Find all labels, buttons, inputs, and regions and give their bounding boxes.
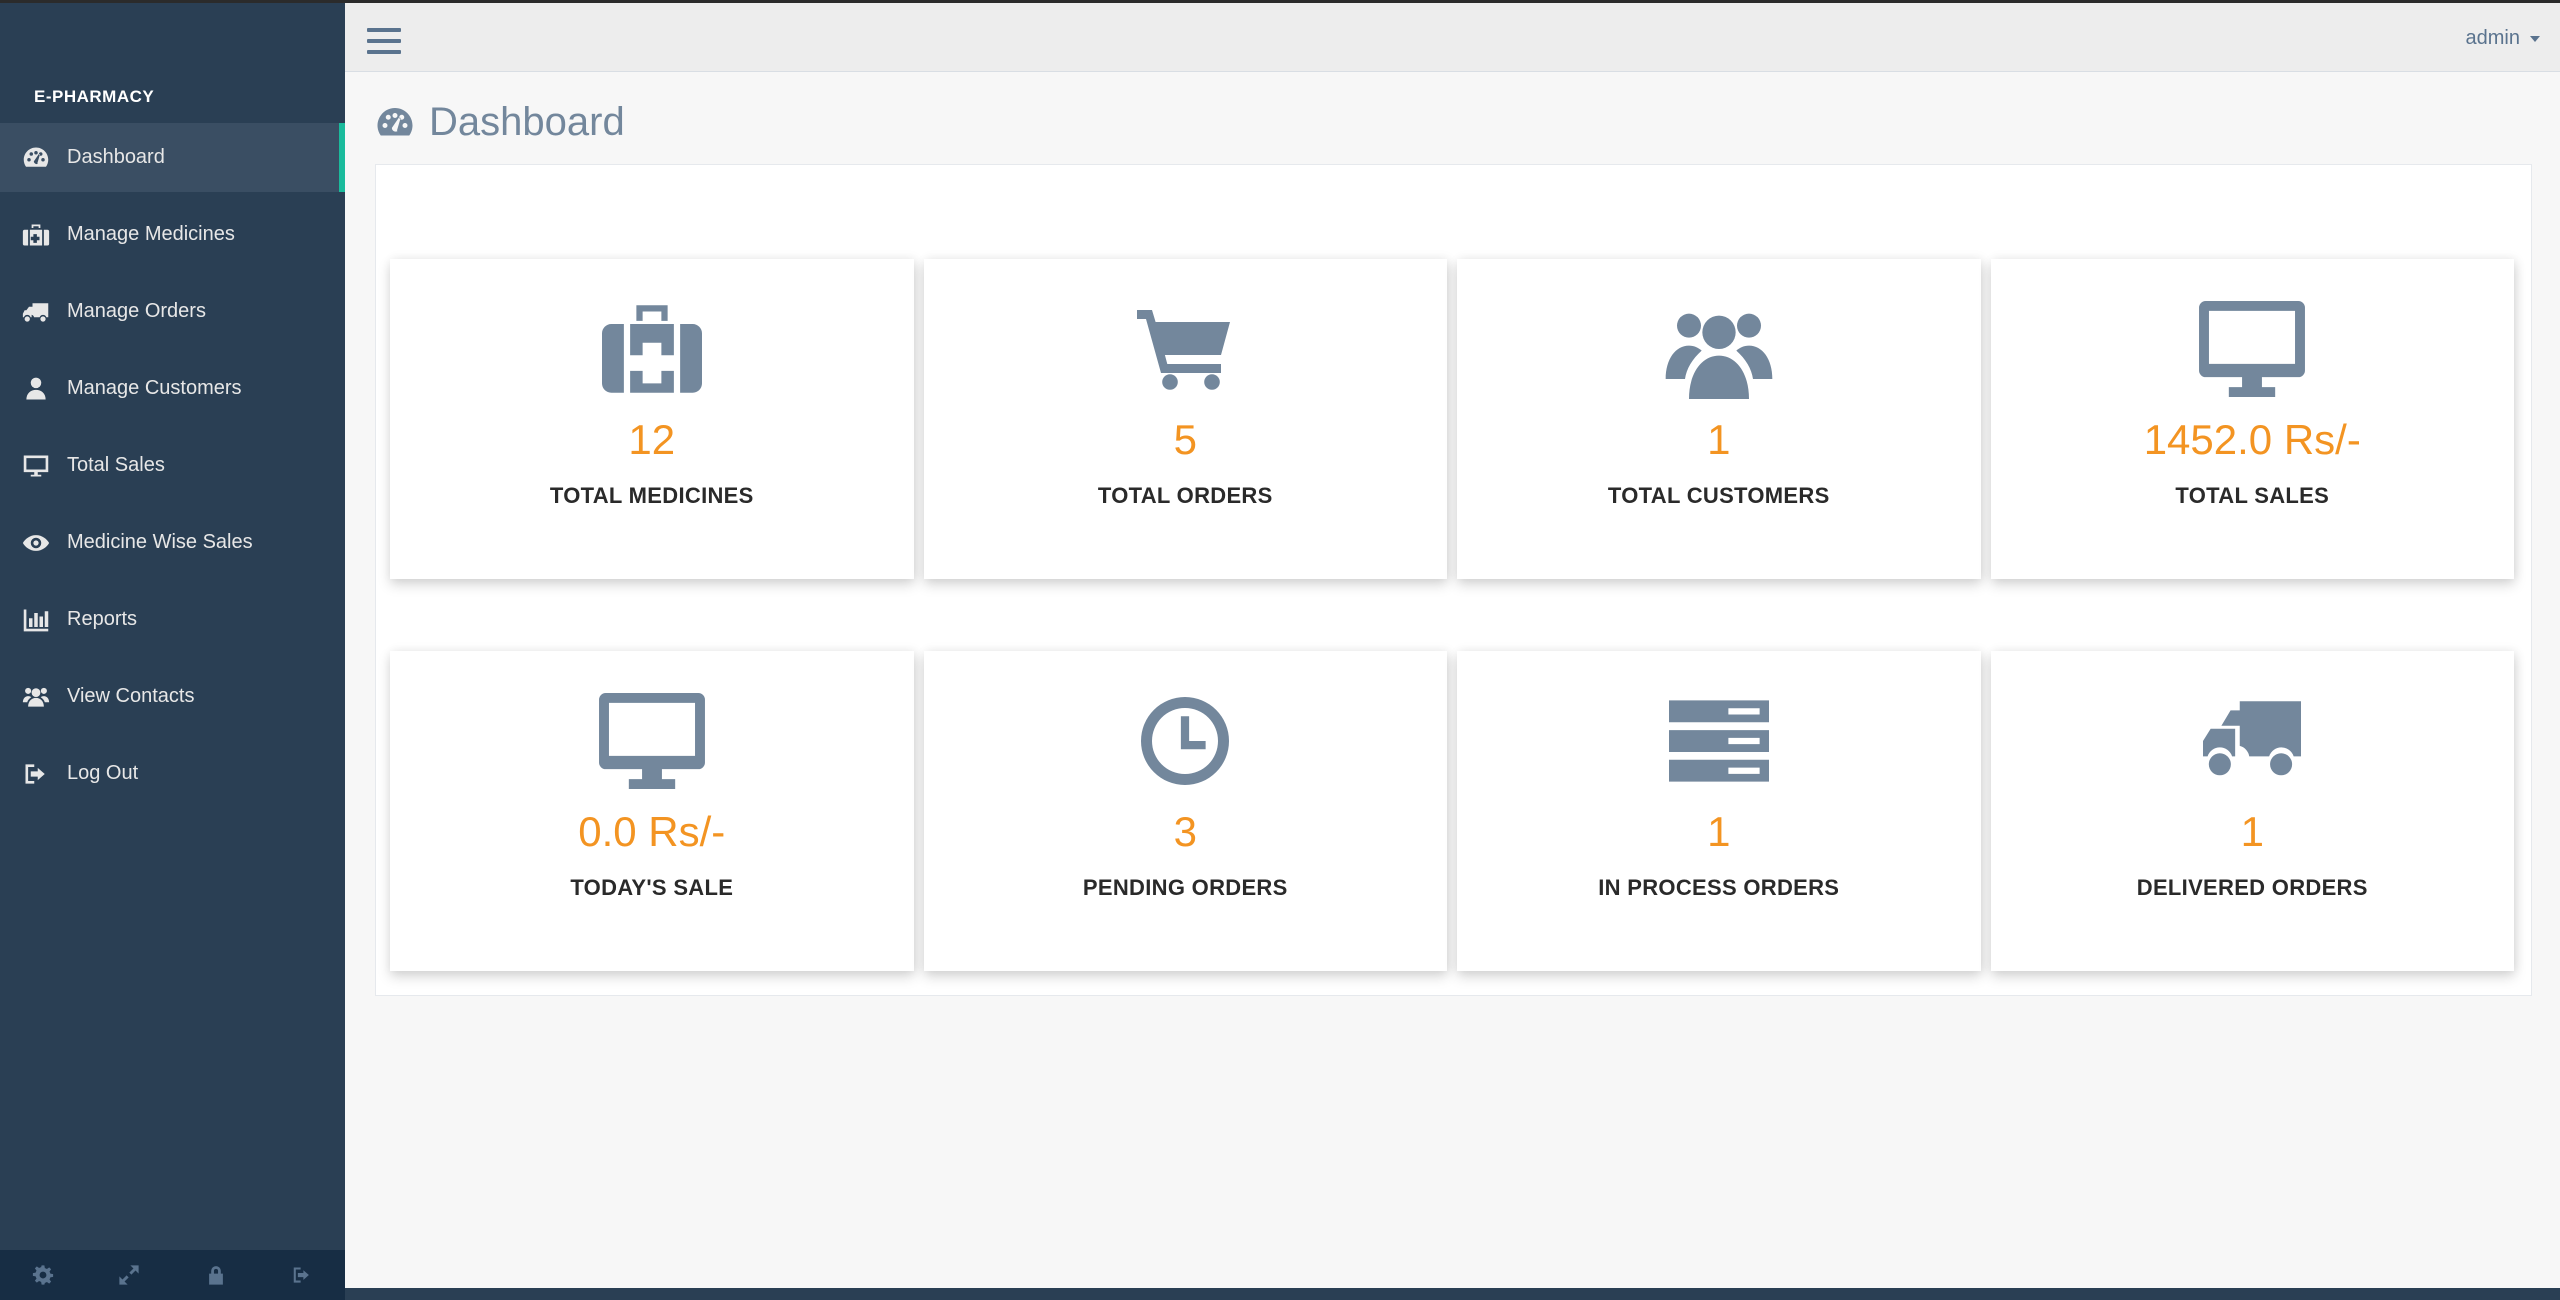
sidebar-item-total-sales[interactable]: Total Sales [0,431,345,500]
stat-tile-pending-orders[interactable]: 3 PENDING ORDERS [923,651,1447,971]
brand-title[interactable]: E-PHARMACY [34,87,154,107]
stat-value: 0.0 Rs/- [578,808,726,855]
stat-label: DELIVERED ORDERS [2136,875,2368,900]
users-icon [1665,299,1773,399]
sidebar-item-label: Manage Medicines [67,223,235,245]
sidebar-item-medicine-wise-sales[interactable]: Medicine Wise Sales [0,508,345,577]
desktop-icon [2199,299,2306,399]
bar-chart-icon [0,606,67,634]
stat-value: 1 [2240,808,2264,855]
page-title-text: Dashboard [429,100,625,144]
stat-value: 1452.0 Rs/- [2143,416,2361,463]
stat-value: 1 [1707,416,1731,463]
clock-icon [1141,691,1230,791]
stat-value: 12 [628,416,676,463]
truck-icon [0,298,67,326]
user-menu[interactable]: admin [2466,27,2540,50]
sidebar-item-dashboard[interactable]: Dashboard [0,123,345,192]
desktop-icon [598,691,705,791]
logout-icon[interactable] [259,1250,345,1300]
eye-icon [0,529,67,557]
sidebar-item-label: Reports [67,608,138,630]
sidebar-item-log-out[interactable]: Log Out [0,739,345,808]
user-name: admin [2465,27,2520,49]
sidebar-item-label: Medicine Wise Sales [67,531,253,553]
user-icon [0,375,67,403]
sidebar-footer [0,1250,345,1300]
sidebar-item-manage-orders[interactable]: Manage Orders [0,277,345,346]
sidebar-item-manage-medicines[interactable]: Manage Medicines [0,200,345,269]
stat-value: 5 [1173,416,1197,463]
sidebar: E-PHARMACY Dashboard Manage Medicines Ma… [0,3,345,1300]
stat-tile-total-customers[interactable]: 1 TOTAL CUSTOMERS [1457,259,1981,579]
sidebar-item-view-contacts[interactable]: View Contacts [0,662,345,731]
menu-toggle-icon[interactable] [367,26,401,56]
stat-tile-total-orders[interactable]: 5 TOTAL ORDERS [923,259,1447,579]
dashboard-icon [377,107,413,135]
sidebar-nav: Dashboard Manage Medicines Manage Orders… [0,123,345,816]
sidebar-item-label: Dashboard [67,146,165,168]
sidebar-item-label: Manage Orders [67,300,206,322]
medkit-icon [601,299,702,399]
stat-value: 1 [1707,808,1731,855]
sidebar-item-manage-customers[interactable]: Manage Customers [0,354,345,423]
caret-down-icon [2530,35,2540,42]
stat-label: TOTAL SALES [2175,483,2330,508]
stat-label: PENDING ORDERS [1082,875,1288,900]
main-content: Dashboard 12 TOTAL MEDICINES 5 TOTAL ORD… [345,72,2560,1288]
desktop-icon [0,452,67,480]
sidebar-item-reports[interactable]: Reports [0,585,345,654]
stat-label: TOTAL ORDERS [1097,483,1273,508]
stats-row: 0.0 Rs/- TODAY'S SALE 3 PENDING ORDERS 1… [390,651,2514,971]
server-icon [1668,691,1769,791]
stats-row: 12 TOTAL MEDICINES 5 TOTAL ORDERS 1 TOTA… [390,259,2514,579]
sidebar-item-label: Manage Customers [67,377,242,399]
sidebar-item-label: Total Sales [67,454,165,476]
stat-tile-total-sales[interactable]: 1452.0 Rs/- TOTAL SALES [1990,259,2514,579]
stat-label: TODAY'S SALE [570,875,734,900]
users-icon [0,683,67,711]
lock-icon[interactable] [173,1250,259,1300]
stat-label: TOTAL MEDICINES [549,483,754,508]
stat-tile-total-medicines[interactable]: 12 TOTAL MEDICINES [390,259,914,579]
sign-out-icon [0,760,67,788]
dashboard-icon [0,144,67,172]
top-navbar: admin [345,3,2560,72]
fullscreen-icon[interactable] [86,1250,172,1300]
sidebar-item-label: Log Out [67,762,139,784]
sidebar-item-label: View Contacts [67,685,195,707]
truck-icon [2203,691,2302,791]
cart-icon [1137,299,1233,399]
medkit-icon [0,221,67,249]
stats-panel: 12 TOTAL MEDICINES 5 TOTAL ORDERS 1 TOTA… [375,164,2532,996]
page-title: Dashboard [373,100,625,145]
stat-tile-todays-sale[interactable]: 0.0 Rs/- TODAY'S SALE [390,651,914,971]
stat-label: TOTAL CUSTOMERS [1607,483,1830,508]
stat-tile-delivered-orders[interactable]: 1 DELIVERED ORDERS [1990,651,2514,971]
stat-label: IN PROCESS ORDERS [1598,875,1840,900]
stat-tile-in-process-orders[interactable]: 1 IN PROCESS ORDERS [1457,651,1981,971]
settings-icon[interactable] [0,1250,86,1300]
stat-value: 3 [1173,808,1197,855]
